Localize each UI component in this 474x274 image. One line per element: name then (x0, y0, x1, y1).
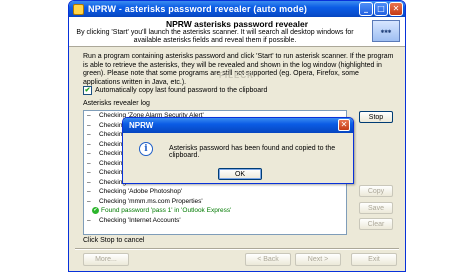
dialog-message: Asterisks password has been found and co… (169, 145, 336, 159)
next-button[interactable]: Next > (295, 253, 341, 266)
back-button[interactable]: < Back (245, 253, 291, 266)
log-row: – Checking 'mmm.ms.com Properties' (87, 197, 203, 205)
message-dialog: NPRW ✕ i Asterisks password has been fou… (122, 117, 354, 184)
watermark: FILECR (219, 71, 254, 80)
dialog-close-button[interactable]: ✕ (338, 119, 350, 131)
more-button[interactable]: More... (83, 253, 129, 266)
header-panel: NPRW asterisks password revealer By clic… (69, 17, 405, 47)
log-row: – Checking 'Internet Accounts' (87, 216, 181, 224)
log-row-found: ✔ Found password 'pass 1' in 'Outlook Exp… (92, 207, 232, 215)
info-icon: i (139, 142, 153, 156)
close-button[interactable]: ✕ (389, 2, 403, 16)
dialog-title: NPRW (129, 121, 154, 130)
auto-copy-option[interactable]: ✔ Automatically copy last found password… (83, 86, 267, 95)
clear-button[interactable]: Clear (359, 218, 393, 230)
window-title: NPRW - asterisks password revealer (auto… (88, 4, 308, 14)
status-text: Click Stop to cancel (83, 237, 145, 244)
instructions-text: Run a program containing asterisks passw… (83, 53, 394, 86)
maximize-button[interactable]: □ (374, 2, 388, 16)
title-bar[interactable]: NPRW - asterisks password revealer (auto… (69, 1, 405, 17)
divider (75, 248, 399, 250)
app-logo-icon: ✱✱✱ (372, 20, 400, 42)
dialog-ok-button[interactable]: OK (218, 168, 262, 180)
found-check-icon: ✔ (92, 207, 99, 215)
auto-copy-label: Automatically copy last found password t… (95, 87, 268, 94)
dialog-title-bar[interactable]: NPRW (123, 118, 353, 133)
auto-copy-checkbox[interactable]: ✔ (83, 86, 92, 95)
copy-button[interactable]: Copy (359, 185, 393, 197)
log-row: – Checking 'Adobe Photoshop' (87, 188, 183, 195)
app-icon (73, 3, 84, 15)
log-label: Asterisks revealer log (83, 100, 150, 107)
stop-button[interactable]: Stop (359, 111, 393, 123)
save-button[interactable]: Save (359, 202, 393, 214)
window-controls: _ □ ✕ (359, 2, 403, 16)
minimize-button[interactable]: _ (359, 2, 373, 16)
exit-button[interactable]: Exit (351, 253, 397, 266)
header-title: NPRW asterisks password revealer (165, 19, 309, 29)
header-subtitle: By clicking 'Start' you'll launch the as… (76, 29, 354, 44)
